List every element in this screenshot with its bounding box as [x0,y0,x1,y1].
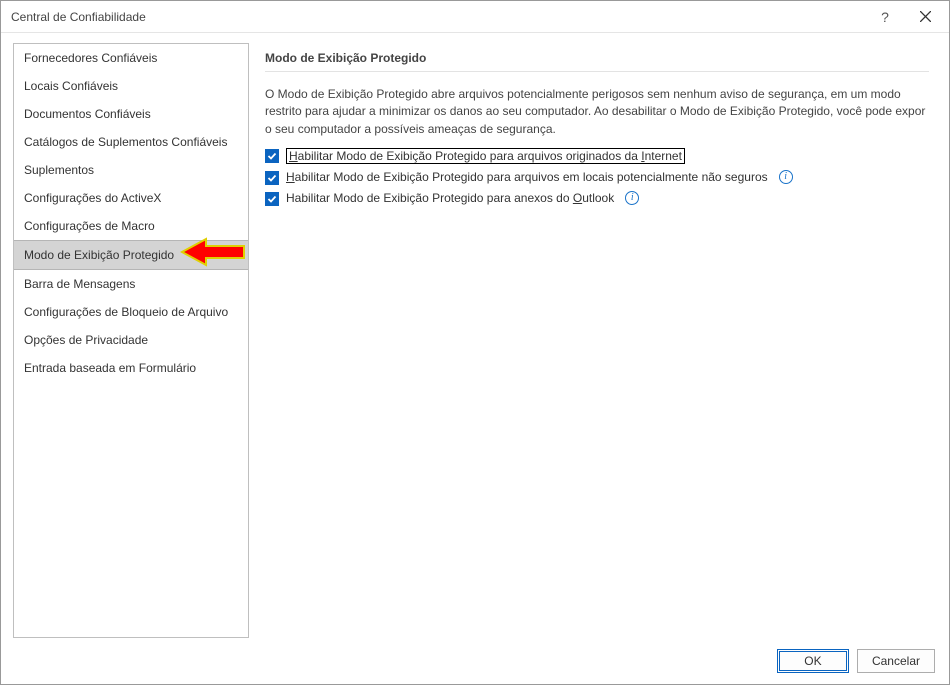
help-button[interactable]: ? [865,3,905,31]
checkmark-icon [267,194,277,204]
checkbox-label[interactable]: Habilitar Modo de Exibição Protegido par… [286,148,685,164]
titlebar: Central de Confiabilidade ? [1,1,949,33]
checkbox-label[interactable]: Habilitar Modo de Exibição Protegido par… [286,170,768,184]
checkbox-row: Habilitar Modo de Exibição Protegido par… [265,170,929,185]
sidebar: Fornecedores ConfiáveisLocais Confiáveis… [13,43,249,638]
trust-center-dialog: Central de Confiabilidade ? Fornecedores… [0,0,950,685]
sidebar-item[interactable]: Documentos Confiáveis [14,100,248,128]
cancel-button[interactable]: Cancelar [857,649,935,673]
sidebar-item[interactable]: Opções de Privacidade [14,326,248,354]
info-icon[interactable]: i [625,191,639,205]
sidebar-item[interactable]: Fornecedores Confiáveis [14,44,248,72]
checkmark-icon [267,151,277,161]
sidebar-item[interactable]: Entrada baseada em Formulário [14,354,248,382]
close-button[interactable] [905,3,945,31]
checkbox-label[interactable]: Habilitar Modo de Exibição Protegido par… [286,191,614,205]
checkbox-row: Habilitar Modo de Exibição Protegido par… [265,148,929,164]
sidebar-item[interactable]: Configurações de Bloqueio de Arquivo [14,298,248,326]
info-icon[interactable]: i [779,170,793,184]
sidebar-item[interactable]: Catálogos de Suplementos Confiáveis [14,128,248,156]
checkbox[interactable] [265,192,279,206]
checkmark-icon [267,173,277,183]
section-description: O Modo de Exibição Protegido abre arquiv… [265,86,929,138]
sidebar-item[interactable]: Suplementos [14,156,248,184]
sidebar-item[interactable]: Configurações de Macro [14,212,248,240]
section-title: Modo de Exibição Protegido [265,51,929,72]
sidebar-item[interactable]: Barra de Mensagens [14,270,248,298]
window-title: Central de Confiabilidade [11,10,865,24]
content-pane: Modo de Exibição Protegido O Modo de Exi… [265,43,937,638]
close-icon [920,11,931,22]
sidebar-item[interactable]: Configurações do ActiveX [14,184,248,212]
sidebar-item[interactable]: Locais Confiáveis [14,72,248,100]
dialog-body: Fornecedores ConfiáveisLocais Confiáveis… [1,33,949,638]
checkbox-row: Habilitar Modo de Exibição Protegido par… [265,191,929,206]
dialog-footer: OK Cancelar [1,638,949,684]
checkbox[interactable] [265,171,279,185]
sidebar-item[interactable]: Modo de Exibição Protegido [14,240,248,270]
ok-button[interactable]: OK [777,649,849,673]
checkbox[interactable] [265,149,279,163]
